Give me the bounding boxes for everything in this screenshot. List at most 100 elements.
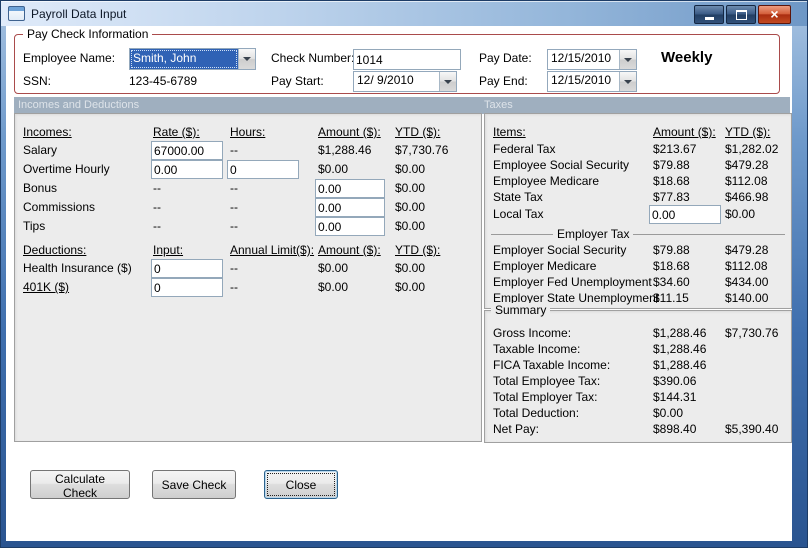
incomes-deductions-section-title: Incomes and Deductions: [18, 99, 140, 111]
amount-value: $0.00: [318, 162, 349, 176]
ytd-value: $1,282.02: [725, 142, 779, 156]
summary-row-total-employee-tax: Total Employee Tax: $390.06: [485, 373, 791, 390]
tips-amount-input[interactable]: [315, 217, 385, 236]
row-label: Total Employee Tax:: [493, 374, 601, 388]
income-row-commissions: Commissions -- -- $0.00: [15, 198, 481, 217]
summary-row-fica: FICA Taxable Income: $1,288.46: [485, 357, 791, 374]
summary-row-net-pay: Net Pay: $898.40 $5,390.40: [485, 421, 791, 438]
column-header: Items:: [493, 125, 526, 139]
calculate-check-button[interactable]: Calculate Check: [30, 470, 130, 500]
save-check-button[interactable]: Save Check: [152, 470, 236, 499]
hours-value: --: [230, 181, 238, 195]
titlebar[interactable]: Payroll Data Input ×: [1, 1, 807, 26]
section-header-bar: Incomes and Deductions Taxes: [14, 97, 790, 114]
check-number-input[interactable]: [353, 49, 461, 70]
summary-groupbox: Summary Gross Income: $1,288.46 $7,730.7…: [484, 303, 792, 443]
pay-start-datepicker[interactable]: 12/ 9/2010: [353, 71, 457, 92]
pay-end-value: 12/15/2010: [551, 73, 612, 87]
health-insurance-input[interactable]: [151, 259, 223, 278]
ytd-value: $7,730.76: [395, 143, 449, 157]
bonus-amount-input[interactable]: [315, 179, 385, 198]
ytd-value: $479.28: [725, 158, 769, 172]
window-title: Payroll Data Input: [31, 6, 127, 21]
column-header: YTD ($):: [395, 125, 441, 139]
tax-row-employee-ss: Employee Social Security $79.88 $479.28: [485, 157, 791, 174]
paycheck-info-legend: Pay Check Information: [23, 27, 153, 41]
amount-value: $18.68: [653, 174, 690, 188]
employee-name-value: Smith, John: [130, 49, 238, 69]
overtime-hours-input[interactable]: [227, 160, 299, 179]
pay-date-value: 12/15/2010: [551, 51, 612, 65]
summary-row-gross: Gross Income: $1,288.46 $7,730.76: [485, 325, 791, 342]
column-header: Incomes:: [23, 125, 72, 139]
amount-value: $213.67: [653, 142, 697, 156]
ytd-value: $0.00: [395, 280, 426, 294]
row-label: Employer Medicare: [493, 259, 597, 273]
dropdown-arrow-icon[interactable]: [238, 49, 255, 69]
hours-value: --: [230, 200, 238, 214]
amount-value: $390.06: [653, 374, 697, 388]
taxes-panel: Items: Amount ($): YTD ($): Federal Tax …: [484, 113, 792, 309]
tax-row-employee-medicare: Employee Medicare $18.68 $112.08: [485, 173, 791, 190]
salary-rate-input[interactable]: [151, 141, 223, 160]
deductions-header-row: Deductions: Input: Annual Limit($): Amou…: [15, 242, 481, 259]
local-tax-input[interactable]: [649, 205, 721, 224]
row-label: Health Insurance ($): [23, 261, 132, 275]
row-label: Salary: [23, 143, 58, 157]
close-button[interactable]: Close: [264, 470, 338, 499]
maximize-button[interactable]: [726, 5, 756, 24]
401k-link[interactable]: 401K ($): [23, 280, 69, 294]
amount-value: $144.31: [653, 390, 697, 404]
column-header: Amount ($):: [318, 125, 381, 139]
column-header: YTD ($):: [395, 243, 441, 257]
minimize-button[interactable]: [694, 5, 724, 24]
tax-row-employer-fed-unemployment: Employer Fed Unemployment $34.60 $434.00: [485, 274, 791, 291]
summary-row-total-deduction: Total Deduction: $0.00: [485, 405, 791, 422]
ytd-value: $0.00: [395, 219, 426, 233]
income-row-salary: Salary -- $1,288.46 $7,730.76: [15, 141, 481, 160]
amount-value: $0.00: [318, 261, 349, 275]
amount-value: $898.40: [653, 422, 697, 436]
close-window-button[interactable]: ×: [758, 5, 791, 24]
tax-row-employer-medicare: Employer Medicare $18.68 $112.08: [485, 258, 791, 275]
overtime-rate-input[interactable]: [151, 160, 223, 179]
amount-value: $77.83: [653, 190, 690, 204]
summary-legend: Summary: [491, 303, 551, 317]
ssn-value: 123-45-6789: [129, 74, 198, 88]
rate-value: --: [153, 219, 161, 233]
annual-limit-value: --: [230, 280, 238, 294]
amount-value: $79.88: [653, 243, 690, 257]
dropdown-arrow-icon[interactable]: [619, 72, 636, 91]
rate-value: --: [153, 181, 161, 195]
column-header: YTD ($):: [725, 125, 771, 139]
column-header: Amount ($):: [653, 125, 716, 139]
dropdown-arrow-icon[interactable]: [619, 50, 636, 69]
check-number-label: Check Number:: [271, 51, 355, 65]
summary-row-taxable: Taxable Income: $1,288.46: [485, 341, 791, 358]
pay-end-label: Pay End:: [479, 74, 528, 88]
commissions-amount-input[interactable]: [315, 198, 385, 217]
dropdown-arrow-icon[interactable]: [439, 72, 456, 91]
ytd-value: $140.00: [725, 291, 769, 305]
column-header: Hours:: [230, 125, 266, 139]
employee-name-combobox[interactable]: Smith, John: [129, 48, 256, 70]
ytd-value: $7,730.76: [725, 326, 779, 340]
row-label: Employee Social Security: [493, 158, 630, 172]
ytd-value: $0.00: [395, 200, 426, 214]
divider-line: [491, 234, 785, 235]
ytd-value: $0.00: [395, 162, 426, 176]
employer-tax-label: Employer Tax: [553, 227, 634, 241]
column-header: Annual Limit($):: [230, 243, 315, 257]
pay-date-datepicker[interactable]: 12/15/2010: [547, 49, 637, 70]
row-label: Net Pay:: [493, 422, 540, 436]
rate-value: --: [153, 200, 161, 214]
401k-input[interactable]: [151, 278, 223, 297]
summary-row-total-employer-tax: Total Employer Tax: $144.31: [485, 389, 791, 406]
ytd-value: $479.28: [725, 243, 769, 257]
row-label: Employee Medicare: [493, 174, 600, 188]
amount-value: $1,288.46: [653, 326, 707, 340]
pay-end-datepicker[interactable]: 12/15/2010: [547, 71, 637, 92]
tax-row-local: Local Tax $0.00: [485, 205, 791, 224]
arrow-down-icon: [624, 79, 632, 84]
row-label: State Tax: [493, 190, 543, 204]
